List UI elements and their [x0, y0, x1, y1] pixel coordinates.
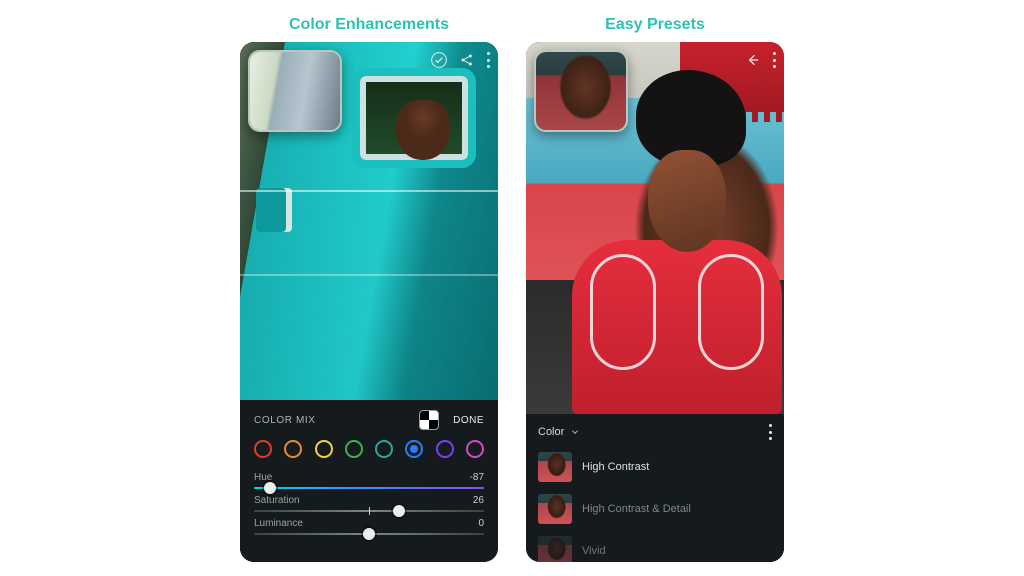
color-ring-yellow[interactable]	[315, 440, 333, 458]
more-icon[interactable]	[487, 52, 490, 68]
before-thumbnail[interactable]	[248, 50, 342, 132]
phone-color-enhancements: Color Enhancements	[240, 4, 498, 562]
more-icon[interactable]	[773, 52, 776, 68]
slider-value-hue: -87	[470, 472, 484, 483]
photo-seam	[240, 190, 498, 192]
color-ring-row	[254, 438, 484, 468]
photo-mirror	[256, 188, 286, 232]
preset-more-icon[interactable]	[769, 424, 772, 440]
color-ring-red[interactable]	[254, 440, 272, 458]
slider-track-saturation[interactable]	[254, 510, 484, 512]
panel-label: COLOR MIX	[254, 415, 316, 426]
slider-track-hue[interactable]	[254, 487, 484, 489]
share-icon[interactable]	[459, 52, 475, 68]
presets-panel: Color High Contrast High Contrast & Detai…	[526, 414, 784, 562]
color-ring-purple[interactable]	[436, 440, 454, 458]
preset-category-label: Color	[538, 426, 564, 438]
preset-category-row[interactable]: Color	[536, 422, 774, 446]
photo-seam-2	[240, 274, 498, 276]
chevron-down-icon	[570, 427, 580, 437]
panel-header-row: COLOR MIX DONE	[254, 410, 484, 430]
photo-face	[648, 150, 726, 252]
slider-row-saturation: Saturation 26	[254, 495, 484, 506]
phone-title: Color Enhancements	[240, 4, 498, 42]
confirm-icon[interactable]	[431, 52, 447, 68]
before-thumbnail-image	[536, 52, 626, 130]
preset-name: High Contrast & Detail	[582, 503, 691, 515]
editor-topbar	[745, 52, 776, 68]
back-icon[interactable]	[745, 52, 761, 68]
slider-thumb-saturation[interactable]	[393, 505, 405, 517]
app-promo-stage: Color Enhancements	[0, 0, 1024, 576]
target-picker-icon[interactable]	[419, 410, 439, 430]
phone-body: COLOR MIX DONE Hue-87 Saturation 26 Luminan…	[240, 42, 498, 562]
slider-row-hue: Hue-87	[254, 472, 484, 483]
before-thumbnail[interactable]	[534, 50, 628, 132]
slider-label-saturation: Saturation	[254, 495, 300, 506]
preset-thumbnail	[538, 452, 572, 482]
preset-name: Vivid	[582, 545, 606, 557]
color-ring-magenta[interactable]	[466, 440, 484, 458]
photo-dog	[396, 100, 450, 160]
photo-jacket	[572, 240, 782, 414]
done-button[interactable]: DONE	[453, 415, 484, 426]
slider-value-saturation: 26	[473, 495, 484, 506]
before-thumbnail-image	[250, 52, 340, 130]
color-mix-panel: COLOR MIX DONE Hue-87 Saturation 26 Luminan…	[240, 400, 498, 562]
center-tick	[369, 507, 370, 515]
slider-value-luminance: 0	[478, 518, 484, 529]
preset-thumbnail	[538, 536, 572, 562]
preset-item[interactable]: High Contrast & Detail	[536, 488, 774, 530]
slider-thumb-luminance[interactable]	[363, 528, 375, 540]
preset-item[interactable]: High Contrast	[536, 446, 774, 488]
slider-label-luminance: Luminance	[254, 518, 303, 529]
color-ring-blue[interactable]	[405, 440, 423, 458]
slider-track-luminance[interactable]	[254, 533, 484, 535]
phone-easy-presets: Easy Presets Color	[526, 4, 784, 562]
preset-name: High Contrast	[582, 461, 649, 473]
color-ring-orange[interactable]	[284, 440, 302, 458]
phone-body: Color High Contrast High Contrast & Detai…	[526, 42, 784, 562]
phone-title: Easy Presets	[526, 4, 784, 42]
color-ring-teal[interactable]	[375, 440, 393, 458]
slider-thumb-hue[interactable]	[264, 482, 276, 494]
preset-thumbnail	[538, 494, 572, 524]
color-ring-green[interactable]	[345, 440, 363, 458]
preset-item[interactable]: Vivid	[536, 530, 774, 562]
editor-topbar	[431, 52, 490, 68]
